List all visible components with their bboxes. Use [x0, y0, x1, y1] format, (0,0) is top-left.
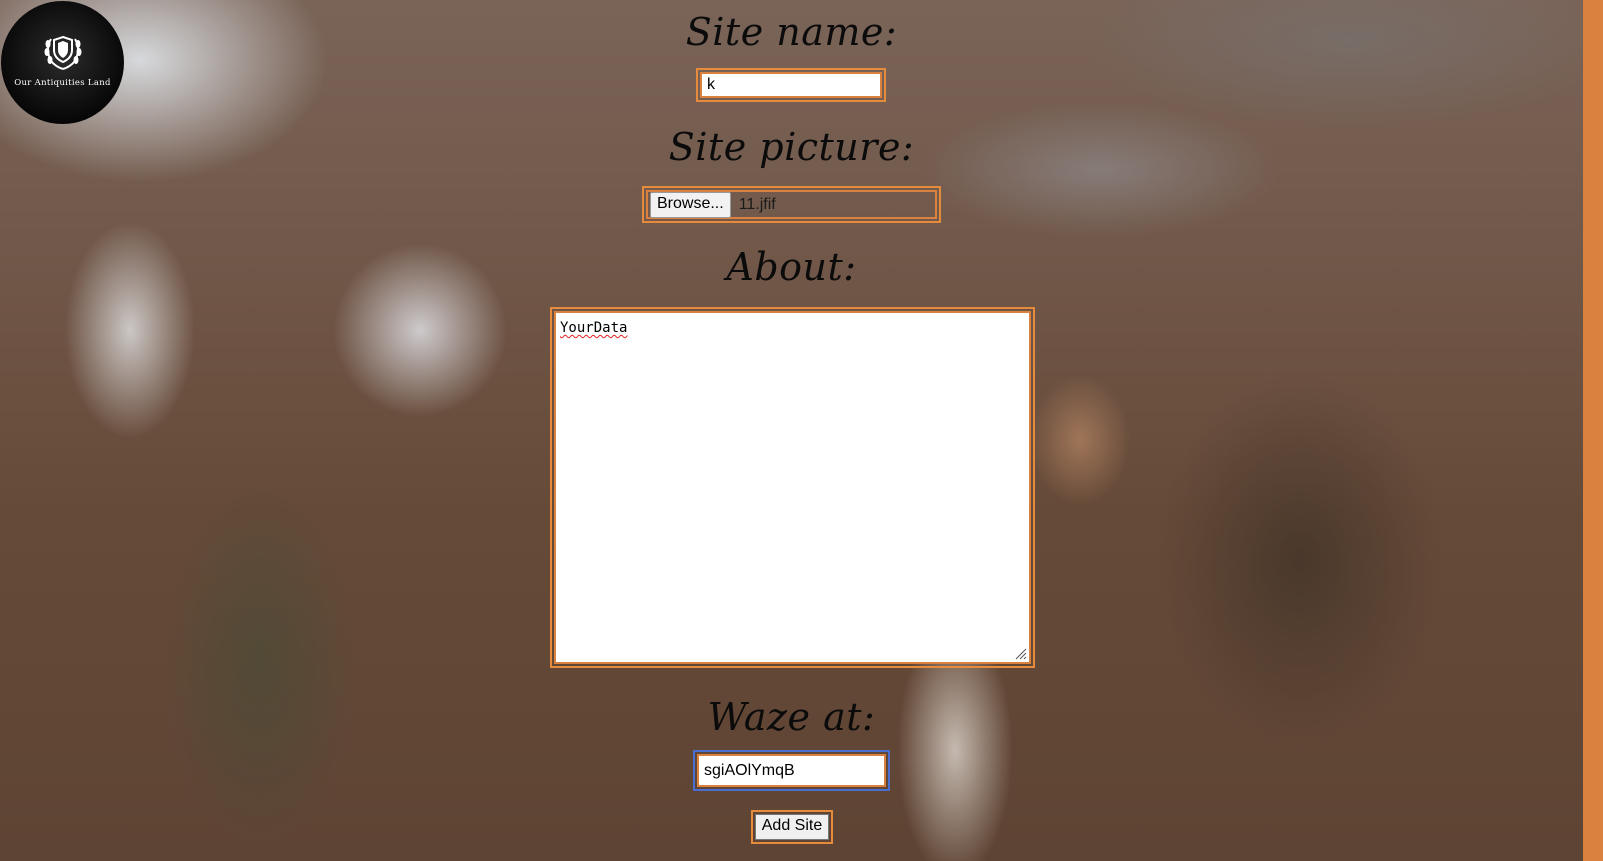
resize-grip-icon[interactable]	[1013, 646, 1027, 660]
file-picker[interactable]: Browse... 11.jfif	[646, 190, 937, 219]
waze-label: Waze at:	[707, 695, 876, 739]
page-background: Our Antiquities Land Site name: Site pic…	[0, 0, 1603, 861]
about-label: About:	[726, 245, 857, 289]
about-frame: YourData	[550, 307, 1035, 668]
waze-frame	[693, 750, 890, 791]
logo-text: Our Antiquities Land	[14, 78, 111, 88]
selected-file-name: 11.jfif	[738, 195, 776, 213]
add-site-button[interactable]: Add Site	[755, 814, 829, 840]
about-textarea[interactable]: YourData	[554, 311, 1031, 664]
add-site-frame: Add Site	[751, 810, 833, 844]
site-picture-frame: Browse... 11.jfif	[642, 186, 941, 223]
site-name-frame	[696, 68, 886, 102]
browse-button[interactable]: Browse...	[650, 191, 731, 218]
about-text: YourData	[560, 320, 628, 336]
site-name-input[interactable]	[700, 72, 882, 98]
right-edge-bar	[1583, 0, 1603, 861]
site-name-label: Site name:	[685, 10, 898, 54]
site-picture-label: Site picture:	[668, 125, 915, 169]
waze-input[interactable]	[697, 754, 886, 787]
